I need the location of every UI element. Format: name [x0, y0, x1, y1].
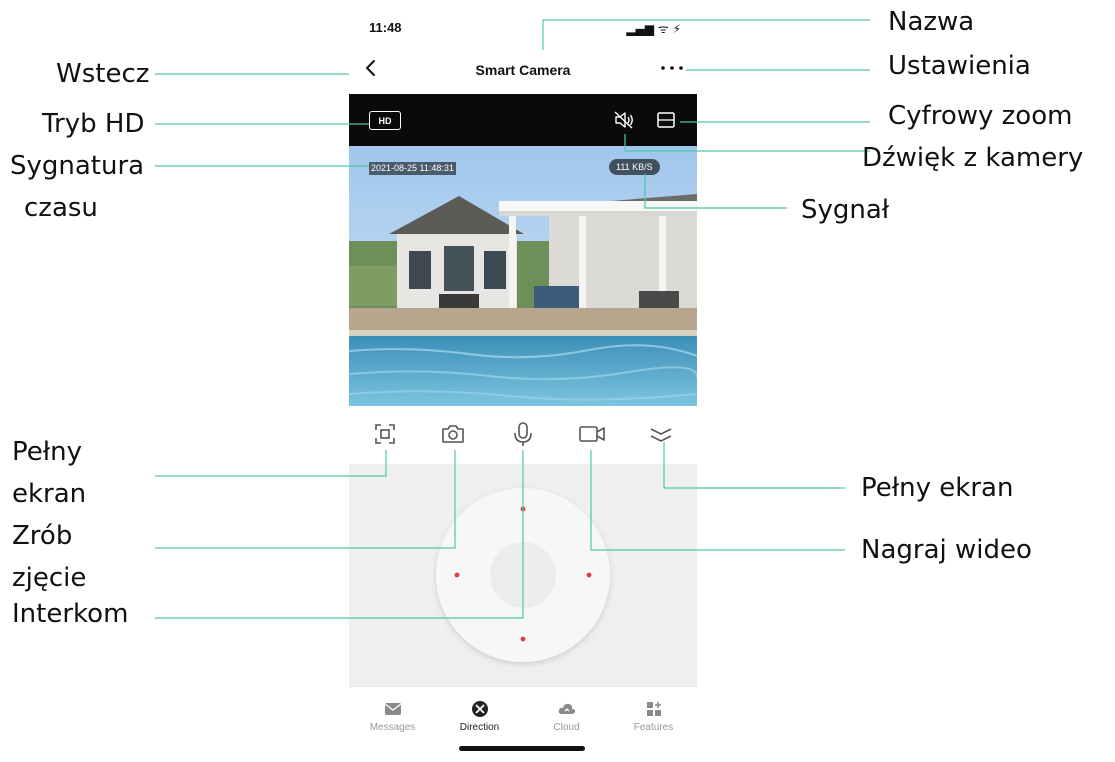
status-icons: ▂▄▆ ᯤ ⚡ [626, 22, 681, 36]
tab-messages-label: Messages [369, 722, 416, 733]
camera-video-feed[interactable]: 2021-08-25 11:48:31 111 KB/S [349, 146, 697, 406]
tab-features[interactable]: Features [610, 699, 697, 733]
direction-icon [471, 701, 488, 717]
label-pelny-ekran-right: Pełny ekran [861, 473, 1014, 503]
home-indicator [459, 746, 585, 751]
camera-icon [442, 425, 464, 443]
label-pelny-ekran-line1: Pełny [12, 437, 83, 467]
label-ustawienia: Ustawienia [888, 51, 1031, 81]
direction-right-dot [586, 572, 592, 578]
ptz-area [349, 464, 697, 686]
sound-toggle-button[interactable] [612, 108, 636, 132]
direction-pad-center [490, 542, 556, 608]
tab-cloud[interactable]: Cloud [523, 699, 610, 733]
fullscreen-icon [375, 424, 395, 444]
tab-features-label: Features [633, 722, 674, 733]
label-tryb-hd: Tryb HD [42, 109, 145, 139]
tab-direction[interactable]: Direction [436, 699, 523, 733]
signal-speed-badge: 111 KB/S [609, 159, 660, 175]
status-time: 11:48 [369, 20, 402, 35]
page-title: Smart Camera [475, 62, 571, 78]
label-sygnal: Sygnał [801, 195, 890, 225]
label-zrob-zdjecie-line2: zjęcie [12, 563, 87, 593]
hd-toggle-button[interactable]: HD [369, 111, 401, 130]
label-nagraj-wideo: Nagraj wideo [861, 535, 1032, 565]
microphone-icon [514, 422, 532, 446]
more-dots-icon [661, 66, 683, 70]
intercom-button[interactable] [509, 420, 537, 448]
record-video-button[interactable] [577, 420, 605, 448]
direction-pad[interactable] [349, 464, 697, 686]
phone-screen: 11:48 ▂▄▆ ᯤ ⚡ Smart Camera HD 2021-08-25… [349, 0, 697, 762]
label-dzwiek-z-kamery: Dźwięk z kamery [862, 143, 1084, 173]
snapshot-button[interactable] [439, 420, 467, 448]
zoom-frame-icon [657, 112, 675, 128]
camera-scene-image [349, 146, 697, 406]
tab-direction-label: Direction [459, 722, 500, 733]
label-wstecz: Wstecz [56, 59, 150, 89]
label-interkom: Interkom [12, 599, 129, 629]
direction-down-dot [520, 636, 526, 642]
direction-up-dot [520, 506, 526, 512]
tab-messages[interactable]: Messages [349, 699, 436, 733]
video-timestamp: 2021-08-25 11:48:31 [369, 162, 456, 175]
label-sygnatura-line2: czasu [24, 193, 98, 223]
settings-button[interactable] [655, 56, 689, 80]
speaker-muted-icon [614, 111, 633, 129]
envelope-icon [384, 703, 401, 715]
expand-collapse-button[interactable] [647, 420, 675, 448]
nav-bar: Smart Camera [349, 44, 697, 94]
video-camera-icon [579, 426, 605, 442]
label-pelny-ekran-line2: ekran [12, 479, 87, 509]
tab-cloud-label: Cloud [553, 722, 580, 733]
label-zrob-zdjecie-line1: Zrób [12, 521, 73, 551]
status-bar: 11:48 ▂▄▆ ᯤ ⚡ [349, 0, 697, 44]
label-cyfrowy-zoom: Cyfrowy zoom [888, 101, 1073, 131]
label-nazwa: Nazwa [888, 7, 975, 37]
collapse-icon [650, 428, 672, 442]
fullscreen-button[interactable] [371, 420, 399, 448]
label-sygnatura-line1: Sygnatura [10, 151, 145, 181]
grid-icon [646, 702, 661, 716]
digital-zoom-button[interactable] [655, 108, 677, 132]
direction-left-dot [454, 572, 460, 578]
video-toolbar: HD [349, 94, 697, 146]
cloud-icon [558, 703, 575, 714]
control-bar [349, 406, 697, 464]
